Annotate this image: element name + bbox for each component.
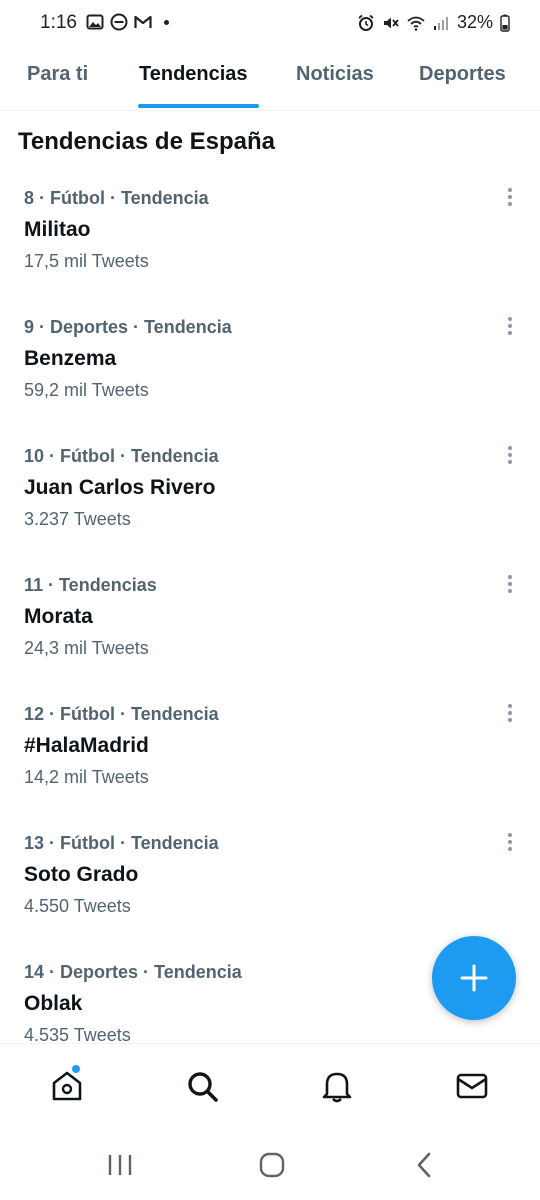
gallery-icon	[86, 14, 104, 30]
home-icon	[52, 1071, 82, 1101]
trend-tweet-count: 4.550 Tweets	[24, 896, 131, 916]
nav-search[interactable]	[182, 1066, 222, 1106]
more-options-icon[interactable]	[498, 440, 522, 470]
trend-meta: 13 · Fútbol · Tendencia	[24, 833, 219, 853]
home-system-button[interactable]	[252, 1147, 292, 1183]
home-circle-icon	[259, 1152, 285, 1178]
mail-icon	[456, 1073, 488, 1099]
nav-home[interactable]	[47, 1065, 87, 1106]
trend-item[interactable]: 10 · Fútbol · Tendencia Juan Carlos Rive…	[0, 446, 540, 575]
unread-dot	[72, 1065, 80, 1073]
trend-name: Militao	[24, 218, 91, 241]
section-title: Tendencias de España	[18, 128, 275, 155]
trend-name: Oblak	[24, 992, 83, 1015]
trend-tweet-count: 59,2 mil Tweets	[24, 380, 149, 400]
status-bar: 1:16 32%	[0, 0, 540, 46]
trend-meta: 10 · Fútbol · Tendencia	[24, 446, 219, 466]
compose-button[interactable]	[432, 936, 516, 1020]
trend-name: Soto Grado	[24, 863, 139, 886]
plus-icon	[460, 964, 488, 992]
trend-tweet-count: 17,5 mil Tweets	[24, 251, 149, 271]
back-icon	[417, 1152, 431, 1178]
recent-apps-icon	[108, 1155, 132, 1175]
gmail-icon	[134, 15, 152, 28]
search-icon	[188, 1072, 218, 1102]
mute-icon	[383, 17, 399, 28]
trend-meta: 14 · Deportes · Tendencia	[24, 962, 242, 982]
signal-icon	[433, 16, 448, 30]
do-not-disturb-icon	[110, 13, 128, 31]
nav-notifications[interactable]	[317, 1066, 357, 1106]
more-options-icon[interactable]	[498, 698, 522, 728]
system-nav-bar	[0, 1129, 540, 1200]
trend-item[interactable]: 11 · Tendencias Morata 24,3 mil Tweets	[0, 575, 540, 704]
trend-item[interactable]: 9 · Deportes · Tendencia Benzema 59,2 mi…	[0, 317, 540, 446]
bottom-nav	[0, 1043, 540, 1130]
recent-apps-button[interactable]	[100, 1147, 140, 1183]
tab-deportes[interactable]: Deportes	[419, 63, 506, 86]
more-options-icon[interactable]	[498, 569, 522, 599]
trend-tweet-count: 14,2 mil Tweets	[24, 767, 149, 787]
tab-bar: Para ti Tendencias Noticias Deportes	[0, 46, 540, 111]
battery-icon	[500, 14, 510, 32]
tab-para-ti[interactable]: Para ti	[27, 63, 88, 86]
trend-name: Juan Carlos Rivero	[24, 476, 216, 499]
more-notifications-dot	[164, 19, 169, 25]
trend-tweet-count: 4.535 Tweets	[24, 1025, 131, 1043]
wifi-icon	[407, 16, 425, 31]
trend-meta: 12 · Fútbol · Tendencia	[24, 704, 219, 724]
trend-item[interactable]: 12 · Fútbol · Tendencia #HalaMadrid 14,2…	[0, 704, 540, 833]
trend-name: Morata	[24, 605, 93, 628]
status-time: 1:16	[40, 12, 77, 33]
more-options-icon[interactable]	[498, 827, 522, 857]
trend-tweet-count: 24,3 mil Tweets	[24, 638, 149, 658]
alarm-icon	[358, 14, 374, 31]
trend-tweet-count: 3.237 Tweets	[24, 509, 131, 529]
tab-tendencias[interactable]: Tendencias	[139, 63, 248, 86]
more-options-icon[interactable]	[498, 182, 522, 212]
trend-item[interactable]: 8 · Fútbol · Tendencia Militao 17,5 mil …	[0, 188, 540, 317]
trend-meta: 8 · Fútbol · Tendencia	[24, 188, 209, 208]
trend-name: Benzema	[24, 347, 117, 370]
trend-meta: 9 · Deportes · Tendencia	[24, 317, 232, 337]
back-button[interactable]	[404, 1147, 444, 1183]
active-tab-indicator	[138, 104, 259, 108]
battery-percent: 32%	[456, 12, 493, 32]
trend-meta: 11 · Tendencias	[24, 575, 157, 595]
trend-name: #HalaMadrid	[24, 734, 149, 757]
more-options-icon[interactable]	[498, 311, 522, 341]
nav-messages[interactable]	[452, 1066, 492, 1106]
tab-noticias[interactable]: Noticias	[296, 63, 374, 86]
bell-icon	[322, 1072, 352, 1103]
